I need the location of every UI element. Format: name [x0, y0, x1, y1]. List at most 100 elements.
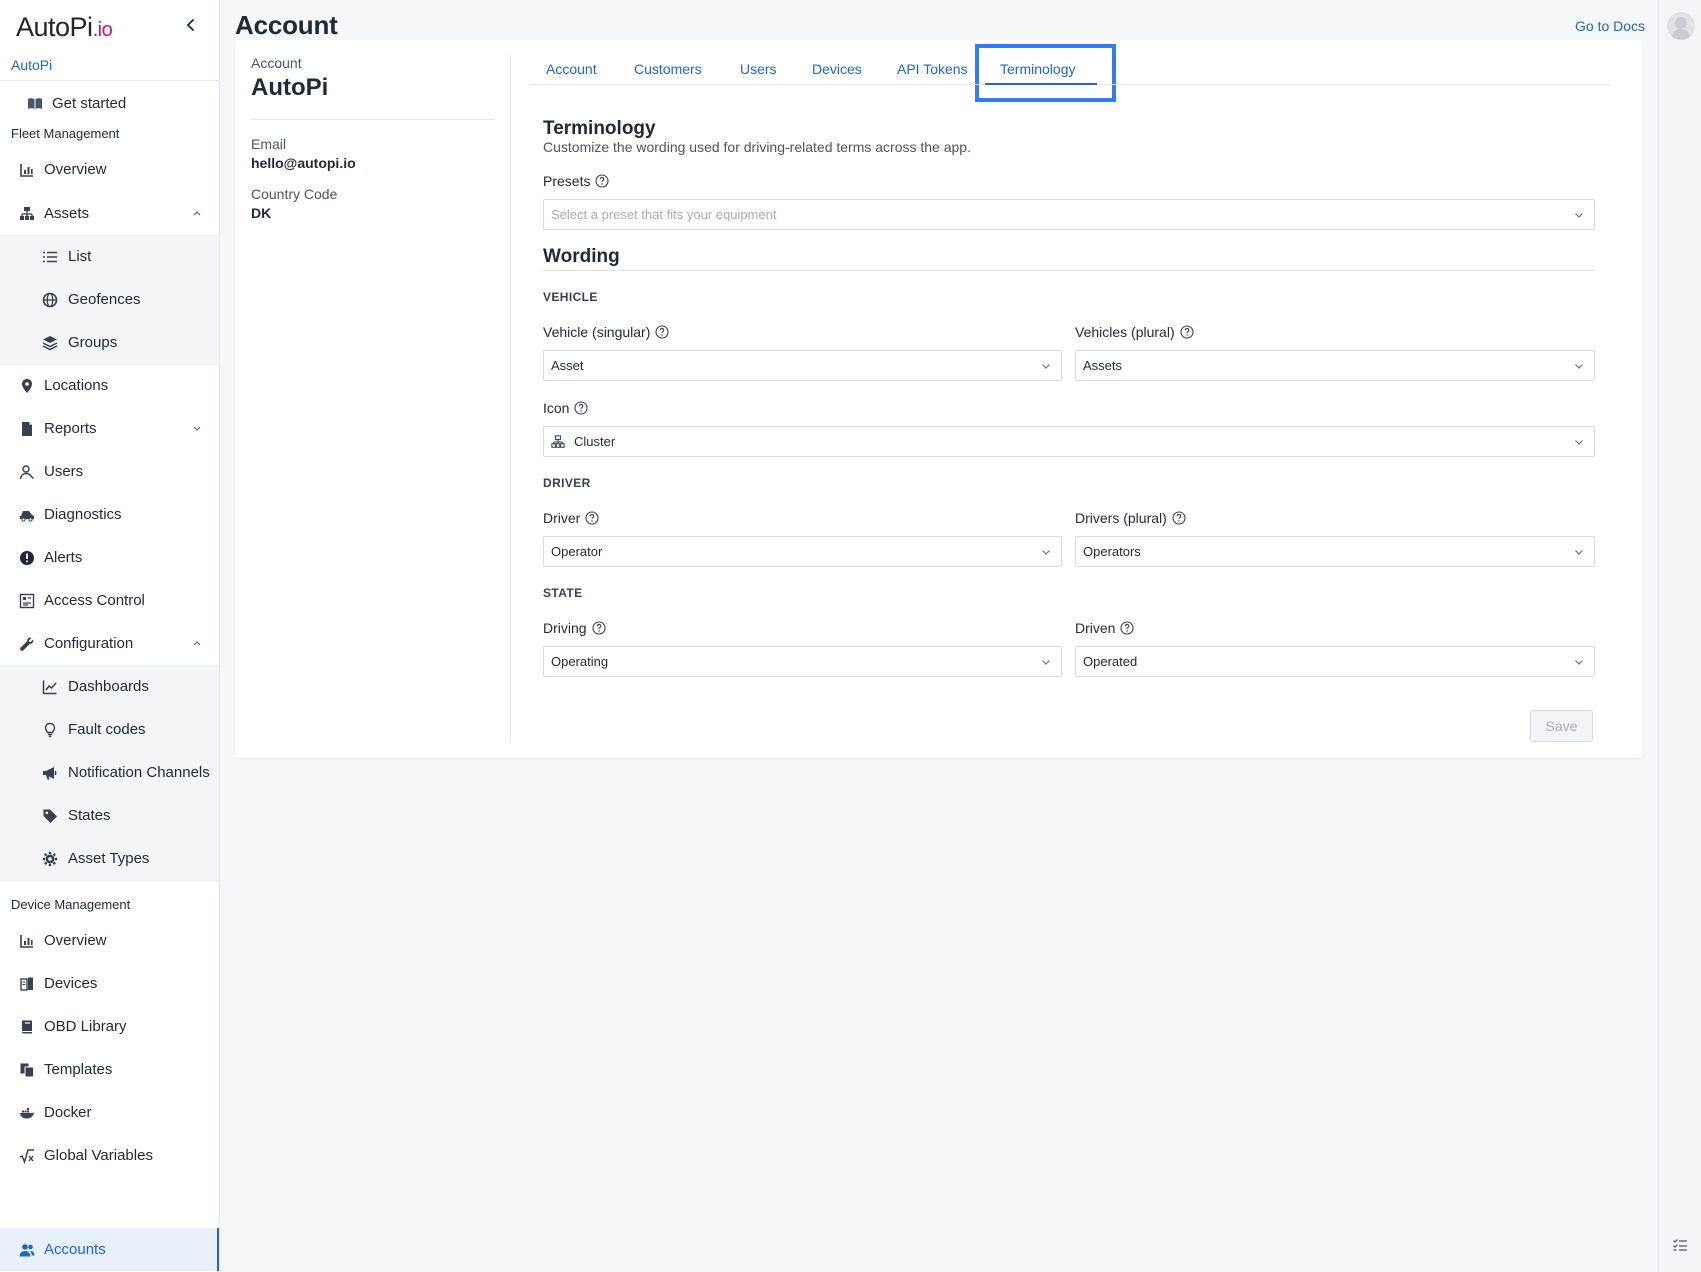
sidebar-item-users[interactable]: Users: [0, 450, 219, 493]
chevron-down-icon: [1575, 213, 1583, 218]
sidebar-item-alerts[interactable]: Alerts: [0, 536, 219, 579]
chevron-down-icon: [1575, 660, 1583, 665]
sidebar-item-locations[interactable]: Locations: [0, 364, 219, 407]
field-label-text: Drivers (plural): [1075, 510, 1167, 526]
divider: [0, 80, 220, 81]
sidebar-item-docker[interactable]: Docker: [0, 1091, 219, 1134]
driving-select[interactable]: Operating: [543, 646, 1062, 677]
sidebar-item-accounts[interactable]: Accounts: [0, 1228, 219, 1271]
sidebar-item-obd-library[interactable]: OBD Library: [0, 1005, 219, 1048]
sidebar-item-notification-channels[interactable]: Notification Channels: [0, 751, 219, 794]
sidebar-item-global-variables[interactable]: Global Variables: [0, 1134, 219, 1177]
help-icon[interactable]: [585, 511, 599, 525]
sidebar-item-groups[interactable]: Groups: [0, 321, 219, 364]
sidebar-item-label: Assets: [44, 205, 90, 222]
presets-select[interactable]: Select a preset that fits your equipment: [543, 199, 1595, 230]
help-icon[interactable]: [1172, 511, 1186, 525]
help-icon[interactable]: [595, 174, 610, 188]
chevron-down-icon: [1575, 364, 1583, 369]
drivers-plural-label: Drivers (plural): [1075, 510, 1186, 526]
select-value: Operating: [551, 654, 609, 669]
sidebar-item-access-control[interactable]: Access Control: [0, 579, 219, 622]
sidebar-item-reports[interactable]: Reports: [0, 407, 219, 450]
sidebar-item-configuration[interactable]: Configuration: [0, 622, 219, 665]
right-rail: [1658, 0, 1701, 1272]
save-button[interactable]: Save: [1530, 710, 1593, 742]
sidebar-item-list[interactable]: List: [0, 235, 219, 278]
divider: [543, 270, 1595, 271]
driven-label: Driven: [1075, 620, 1135, 636]
tab-devices[interactable]: Devices: [812, 61, 862, 77]
sidebar-item-asset-types[interactable]: Asset Types: [0, 837, 219, 880]
help-icon[interactable]: [592, 621, 606, 635]
tab-customers[interactable]: Customers: [634, 61, 702, 77]
sidebar-item-get-started[interactable]: Get started: [0, 82, 219, 125]
sidebar-item-label: OBD Library: [44, 1018, 127, 1035]
sidebar-item-label: Geofences: [68, 291, 141, 308]
autopi-logo[interactable]: AutoPi.io: [16, 12, 113, 43]
sidebar-item-label: Overview: [44, 932, 107, 949]
drivers-plural-select[interactable]: Operators: [1075, 536, 1595, 567]
sidebar-item-label: Get started: [52, 95, 127, 112]
sidebar-item-fleet-overview[interactable]: Overview: [0, 148, 219, 191]
page-title: Account: [235, 10, 338, 40]
icon-label: Icon: [543, 400, 589, 416]
help-icon[interactable]: [1180, 325, 1194, 339]
sidebar-item-dashboards[interactable]: Dashboards: [0, 665, 219, 708]
help-icon[interactable]: [655, 325, 669, 339]
chevron-down-icon: [193, 426, 201, 431]
driver-select[interactable]: Operator: [543, 536, 1062, 567]
avatar[interactable]: [1667, 12, 1695, 40]
gear-icon: [42, 851, 58, 867]
go-to-docs-link[interactable]: Go to Docs: [1575, 18, 1645, 34]
presets-label: Presets: [543, 173, 610, 189]
sidebar-item-fault-codes[interactable]: Fault codes: [0, 708, 219, 751]
sidebar-item-label: List: [68, 248, 92, 265]
chart-icon: [19, 162, 35, 178]
vehicles-plural-select[interactable]: Assets: [1075, 350, 1595, 381]
terminology-description: Customize the wording used for driving-r…: [543, 139, 971, 155]
device-management-section: Device Management: [11, 897, 131, 912]
vehicle-singular-select[interactable]: Asset: [543, 350, 1062, 381]
help-icon[interactable]: [574, 401, 589, 415]
tab-api-tokens[interactable]: API Tokens: [897, 61, 968, 77]
email-label: Email: [251, 136, 287, 152]
driven-select[interactable]: Operated: [1075, 646, 1595, 677]
field-label-text: Driving: [543, 620, 587, 636]
sidebar-item-geofences[interactable]: Geofences: [0, 278, 219, 321]
tab-terminology[interactable]: Terminology: [975, 44, 1116, 102]
chevron-down-icon: [1575, 550, 1583, 555]
tab-users[interactable]: Users: [740, 61, 777, 77]
sidebar-item-device-overview[interactable]: Overview: [0, 919, 219, 962]
field-label-text: Driver: [543, 510, 581, 526]
sidebar-item-states[interactable]: States: [0, 794, 219, 837]
variable-icon: [19, 1148, 35, 1164]
sidebar-item-templates[interactable]: Templates: [0, 1048, 219, 1091]
driver-label: Driver: [543, 510, 599, 526]
driver-group-title: DRIVER: [543, 476, 591, 490]
sidebar-item-label: Overview: [44, 161, 107, 178]
user-icon: [19, 464, 35, 480]
sidebar-item-label: Docker: [44, 1104, 92, 1121]
help-icon[interactable]: [1120, 621, 1135, 635]
sidebar-item-label: Global Variables: [44, 1147, 153, 1164]
sidebar-item-assets[interactable]: Assets: [0, 192, 219, 235]
car-icon: [19, 507, 35, 523]
icon-select[interactable]: Cluster: [543, 426, 1595, 457]
sidebar-item-label: States: [68, 807, 111, 824]
sidebar-item-diagnostics[interactable]: Diagnostics: [0, 493, 219, 536]
collapse-sidebar-button[interactable]: [180, 14, 202, 36]
account-card: Account AutoPi Email hello@autopi.io Cou…: [235, 40, 1642, 758]
chevron-down-icon: [1042, 550, 1050, 555]
driving-label: Driving: [543, 620, 606, 636]
checklist-icon[interactable]: [1672, 1237, 1688, 1253]
select-value: Operated: [1083, 654, 1138, 669]
org-link[interactable]: AutoPi: [11, 57, 52, 73]
tab-account[interactable]: Account: [546, 61, 597, 77]
country-code-label: Country Code: [251, 186, 338, 202]
sidebar-item-label: Alerts: [44, 549, 83, 566]
cluster-icon: [551, 434, 565, 449]
chevron-down-icon: [1042, 660, 1050, 665]
sidebar-item-devices[interactable]: Devices: [0, 962, 219, 1005]
chevron-up-icon: [193, 641, 201, 646]
